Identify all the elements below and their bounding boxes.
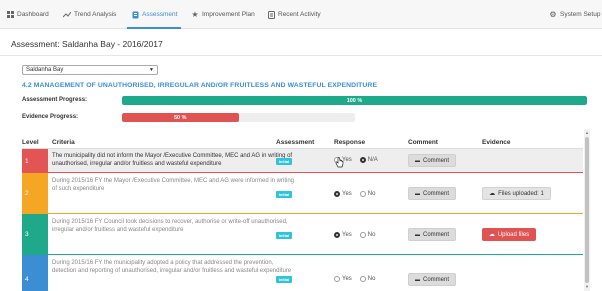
- scrollbar-thumb[interactable]: [585, 137, 589, 283]
- header-level: Level: [22, 139, 39, 146]
- level-cell: 1: [22, 149, 48, 173]
- trend-icon: [63, 11, 71, 19]
- hand-cursor-icon: [335, 157, 344, 171]
- nav-recent-activity-label: Recent Activity: [278, 11, 321, 18]
- status-badge: Initial: [276, 158, 292, 165]
- no-radio[interactable]: [359, 232, 366, 238]
- evidence-progress-label: Evidence Progress:: [22, 114, 79, 120]
- na-label: N/A: [367, 157, 378, 163]
- files-uploaded-button[interactable]: ☁ Files uploaded: 1: [482, 187, 551, 200]
- upload-files-button[interactable]: ☁ Upload files: [482, 228, 536, 241]
- comment-button[interactable]: ▬ Comment: [408, 187, 456, 200]
- criteria-text: The municipality did not inform the Mayo…: [52, 153, 293, 167]
- criteria-text: During 2015/16 FY the municipality adopt…: [52, 260, 292, 274]
- cloud-icon: ☁: [489, 191, 496, 197]
- nav-system-setup[interactable]: ⚙ System Setup: [549, 0, 600, 29]
- na-radio[interactable]: [359, 157, 366, 163]
- nav-system-setup-label: System Setup: [560, 11, 601, 18]
- yes-radio[interactable]: [334, 276, 340, 282]
- assessment-progress-bar: 100 %: [122, 96, 587, 105]
- gear-icon: ⚙: [549, 10, 557, 19]
- table-row: 4 During 2015/16 FY the municipality ado…: [22, 255, 583, 291]
- comment-icon: ▬: [414, 190, 420, 197]
- table-row: 2 During 2015/16 FY the Mayor /Executive…: [22, 173, 583, 214]
- yes-label: Yes: [342, 276, 352, 282]
- nav-improvement-plan-label: Improvement Plan: [202, 11, 255, 18]
- nav-dashboard-label: Dashboard: [17, 11, 49, 18]
- status-badge: Initial: [276, 232, 292, 239]
- response-options: Yes No: [334, 276, 375, 282]
- response-options: Yes No: [334, 191, 375, 197]
- assessment-progress-label: Assessment Progress:: [22, 97, 88, 103]
- assessment-icon: [131, 11, 139, 19]
- yes-label: Yes: [342, 191, 352, 197]
- nav-assessment[interactable]: Assessment: [126, 0, 182, 29]
- comment-button[interactable]: ▬ Comment: [408, 154, 456, 167]
- no-label: No: [367, 232, 376, 238]
- yes-radio[interactable]: [334, 232, 340, 238]
- no-radio[interactable]: [359, 191, 366, 197]
- evidence-progress-bar: 50 %: [122, 113, 355, 122]
- comment-icon: ▬: [414, 157, 420, 164]
- comment-icon: ▬: [414, 231, 420, 238]
- municipality-select-value: Saldanha Bay: [26, 67, 64, 73]
- yes-radio[interactable]: [334, 191, 340, 197]
- level-cell: 4: [22, 255, 48, 291]
- no-radio[interactable]: [359, 276, 366, 282]
- criteria-text: During 2015/16 FY Council took decisions…: [52, 219, 288, 233]
- nav-dashboard[interactable]: Dashboard: [6, 0, 49, 29]
- files-uploaded-label: Files uploaded: 1: [498, 190, 544, 197]
- nav-trend-analysis-label: Trend Analysis: [74, 11, 117, 18]
- nav-trend-analysis[interactable]: Trend Analysis: [63, 0, 116, 29]
- header-comment: Comment: [408, 139, 438, 146]
- comment-button-label: Comment: [422, 157, 449, 164]
- municipality-select[interactable]: Saldanha Bay ▼: [22, 65, 158, 75]
- level-cell: 3: [22, 214, 48, 255]
- header-criteria: Criteria: [52, 139, 75, 146]
- dashboard-icon: [6, 11, 14, 19]
- header-assessment: Assessment: [276, 139, 315, 146]
- assessment-progress-fill: 100 %: [122, 96, 587, 105]
- header-evidence: Evidence: [482, 139, 511, 146]
- no-label: No: [367, 276, 376, 282]
- activity-icon: [267, 10, 275, 19]
- chevron-down-icon: ▼: [149, 67, 154, 73]
- nav-recent-activity[interactable]: Recent Activity: [267, 0, 321, 29]
- title-divider: [0, 55, 602, 56]
- table-row: 1 The municipality did not inform the Ma…: [22, 149, 583, 173]
- scroll-down-arrow-icon[interactable]: ▼: [584, 284, 590, 290]
- star-icon: ★: [191, 10, 199, 19]
- criteria-text: During 2015/16 FY the Mayor /Executive C…: [52, 178, 294, 192]
- upload-icon: ☁: [488, 232, 495, 238]
- top-nav: Dashboard Trend Analysis Assessment ★ Im…: [0, 0, 602, 29]
- level-cell: 2: [22, 173, 48, 214]
- comment-button[interactable]: ▬ Comment: [408, 273, 456, 286]
- comment-button[interactable]: ▬ Comment: [408, 228, 456, 241]
- comment-button-label: Comment: [422, 190, 449, 197]
- page-title: Assessment: Saldanha Bay - 2016/2017: [11, 39, 163, 49]
- comment-button-label: Comment: [422, 276, 449, 283]
- section-heading: 4.2 MANAGEMENT OF UNAUTHORISED, IRREGULA…: [22, 82, 378, 89]
- no-label: No: [367, 191, 376, 197]
- status-badge: Initial: [276, 191, 292, 198]
- comment-icon: ▬: [414, 276, 420, 283]
- comment-button-label: Comment: [422, 231, 449, 238]
- nav-improvement-plan[interactable]: ★ Improvement Plan: [191, 0, 255, 29]
- header-response: Response: [334, 139, 366, 146]
- evidence-progress-fill: 50 %: [122, 113, 239, 122]
- table-row: 3 During 2015/16 FY Council took decisio…: [22, 214, 583, 255]
- yes-label: Yes: [342, 232, 352, 238]
- scroll-up-arrow-icon[interactable]: ▲: [584, 130, 590, 136]
- nav-assessment-label: Assessment: [142, 11, 178, 18]
- status-badge: Initial: [276, 276, 292, 283]
- upload-files-label: Upload files: [497, 231, 530, 238]
- response-options: Yes No: [334, 232, 375, 238]
